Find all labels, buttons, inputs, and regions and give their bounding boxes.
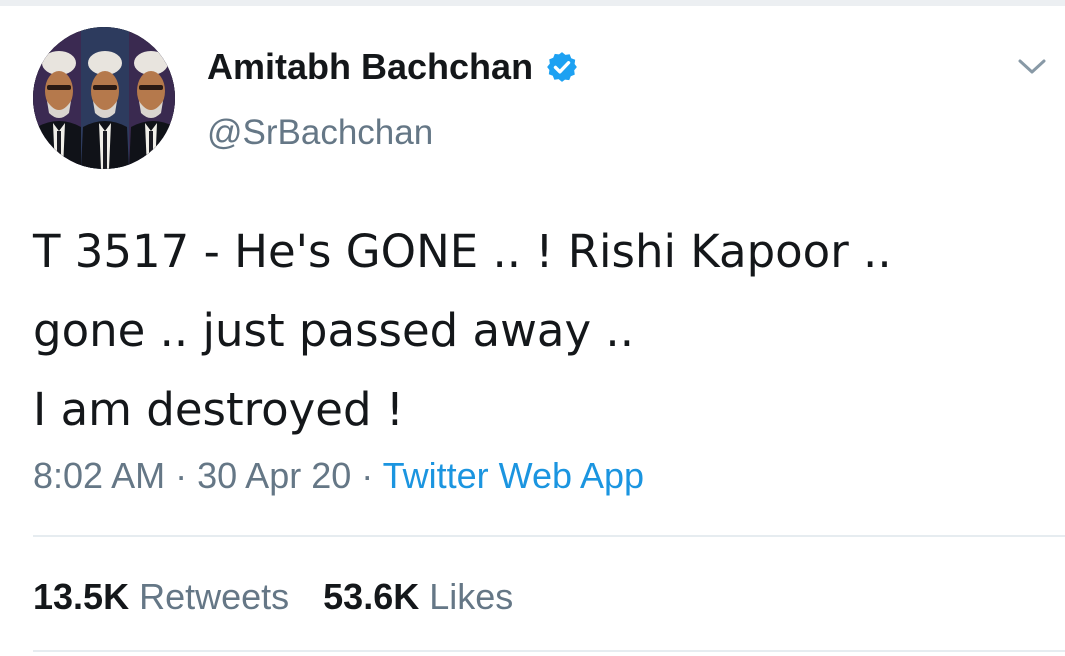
likes-count: 53.6K [323,576,420,617]
likes-label: Likes [429,576,514,617]
retweets-count: 13.5K [33,576,130,617]
tweet-text: T 3517 - He's GONE .. ! Rishi Kapoor .. … [33,212,1053,449]
meta-separator: · [175,455,188,496]
tweet-text-line: gone .. just passed away .. [33,304,635,357]
tweet-text-line: I am destroyed ! [33,383,404,436]
verified-badge-icon [547,52,577,82]
avatar[interactable] [33,27,175,169]
tweet-meta: 8:02 AM · 30 Apr 20 · Twitter Web App [33,453,644,499]
retweets-stat[interactable]: 13.5K Retweets [33,576,289,618]
meta-separator: · [361,455,374,496]
tweet-text-line: T 3517 - He's GONE .. ! Rishi Kapoor .. [33,225,892,278]
divider [33,535,1065,537]
retweets-label: Retweets [139,576,290,617]
tweet-stats: 13.5K Retweets 53.6K Likes [33,575,513,619]
divider [33,650,1065,652]
chevron-down-icon[interactable] [1014,55,1050,79]
tweet-time[interactable]: 8:02 AM [33,455,165,496]
display-name[interactable]: Amitabh Bachchan [207,46,533,88]
tweet-date[interactable]: 30 Apr 20 [197,455,351,496]
likes-stat[interactable]: 53.6K Likes [323,576,513,618]
tweet-source-link[interactable]: Twitter Web App [383,455,644,496]
profile-photo [33,27,175,169]
top-divider [0,0,1065,6]
author-row: Amitabh Bachchan [207,44,579,90]
author-handle[interactable]: @SrBachchan [207,113,433,153]
